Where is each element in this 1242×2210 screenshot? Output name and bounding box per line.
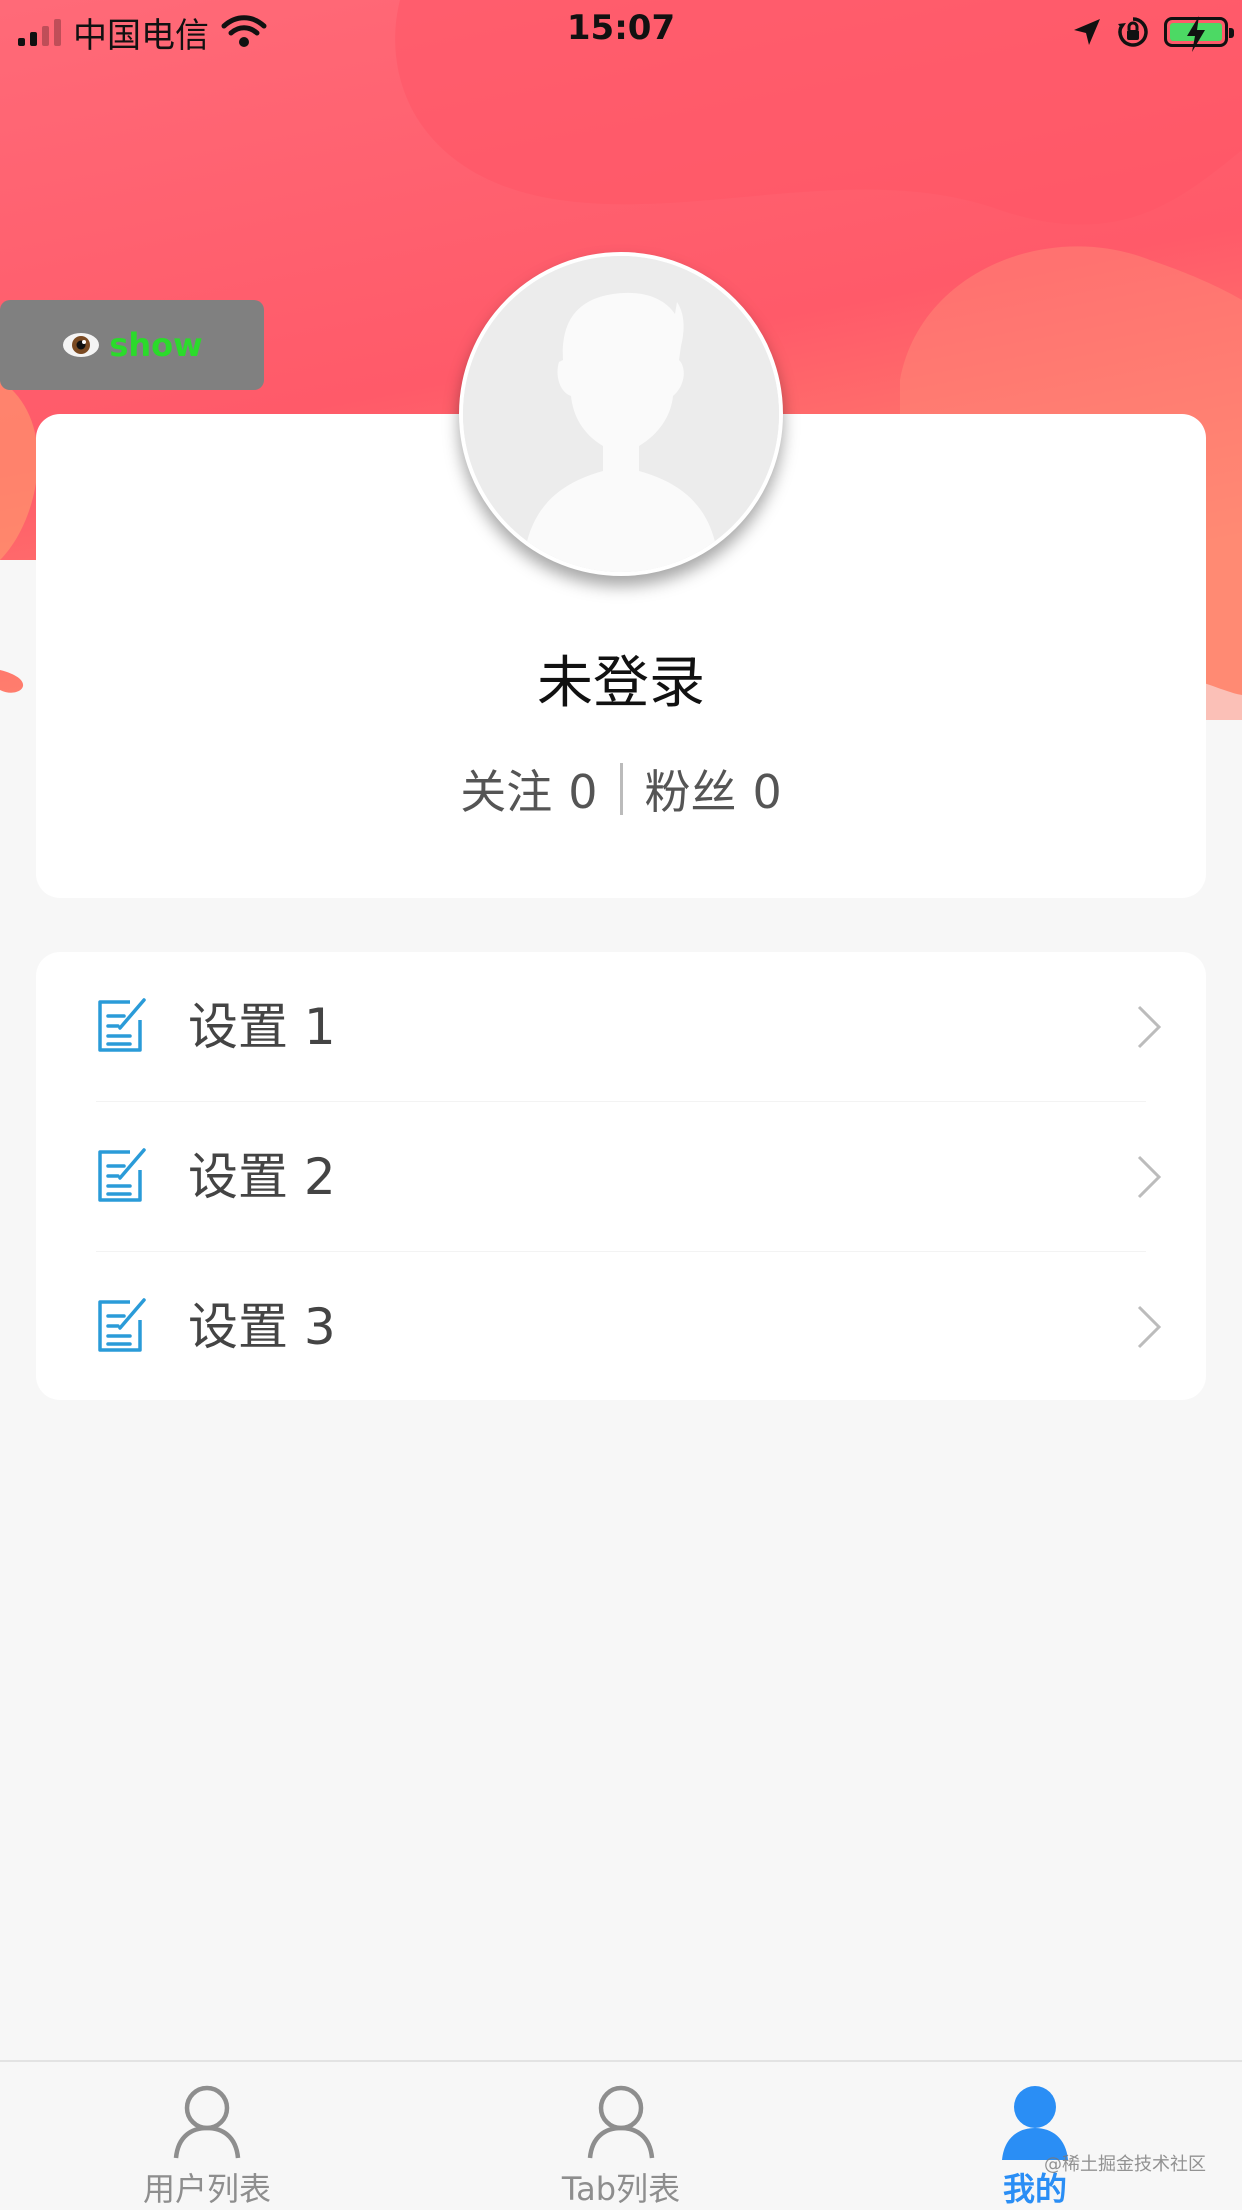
watermark: @稀土掘金技术社区 <box>1044 2154 1206 2175</box>
status-bar: 中国电信 15:07 <box>0 0 1242 64</box>
setting-label: 设置 1 <box>188 998 336 1056</box>
battery-icon <box>1164 16 1234 52</box>
setting-item-3[interactable]: 设置 3 <box>36 1252 1206 1402</box>
stats-divider <box>619 763 623 815</box>
user-outline-icon <box>587 2085 655 2159</box>
eye-icon <box>63 333 100 357</box>
orientation-lock-icon <box>1118 17 1148 47</box>
tab-bar: 用户列表 Tab列表 我的 <box>0 2060 1242 2208</box>
tab-user-list[interactable]: 用户列表 <box>0 2062 414 2210</box>
avatar[interactable] <box>459 252 783 576</box>
followers-count: 0 <box>752 765 782 819</box>
following-stat[interactable]: 关注 0 <box>460 756 597 822</box>
tab-tab-list[interactable]: Tab列表 <box>414 2062 828 2210</box>
setting-item-1[interactable]: 设置 1 <box>36 952 1206 1102</box>
location-arrow-icon <box>1074 19 1100 45</box>
username: 未登录 <box>537 651 705 716</box>
following-label: 关注 <box>460 765 553 819</box>
chevron-right-icon <box>1137 1155 1162 1199</box>
show-debug-label: show <box>109 326 203 364</box>
user-outline-icon <box>173 2085 241 2159</box>
tab-label: 用户列表 <box>142 2170 271 2208</box>
followers-label: 粉丝 <box>644 765 737 819</box>
tab-mine[interactable]: 我的 <box>828 2062 1242 2210</box>
setting-label: 设置 2 <box>188 1148 336 1206</box>
default-avatar-icon <box>463 256 779 572</box>
edit-document-icon <box>98 1298 146 1352</box>
follow-stats: 关注 0 粉丝 0 <box>0 756 1242 822</box>
setting-item-2[interactable]: 设置 2 <box>36 1102 1206 1252</box>
followers-stat[interactable]: 粉丝 0 <box>645 756 782 822</box>
charging-bolt-icon <box>1187 16 1205 52</box>
show-debug-button[interactable]: show <box>0 300 264 390</box>
status-time: 15:07 <box>566 8 676 48</box>
setting-label: 设置 3 <box>188 1298 336 1356</box>
user-filled-icon <box>1002 2086 1068 2160</box>
edit-document-icon <box>98 1148 146 1202</box>
chevron-right-icon <box>1137 1305 1162 1349</box>
following-count: 0 <box>568 765 598 819</box>
settings-list: 设置 1 设置 2 设置 3 <box>36 952 1206 1400</box>
chevron-right-icon <box>1137 1005 1162 1049</box>
edit-document-icon <box>98 998 146 1052</box>
tab-label: Tab列表 <box>561 2170 681 2208</box>
